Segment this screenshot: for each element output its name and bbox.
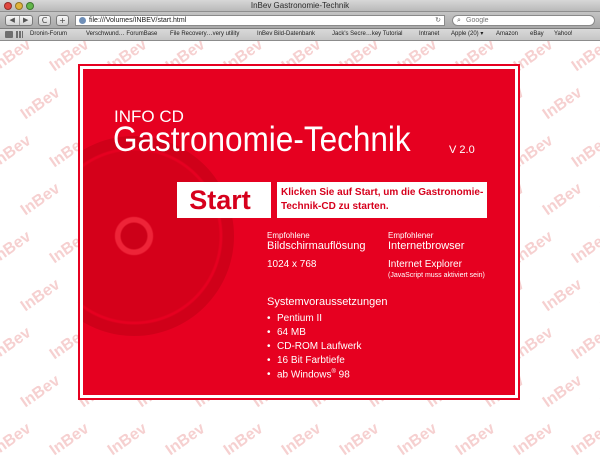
watermark-logo: InBev	[568, 132, 600, 172]
requirement-item: • 16 Bit Farbtiefe	[267, 355, 345, 366]
requirement-item: • 64 MB	[267, 327, 306, 338]
watermark-logo: InBev	[220, 420, 267, 456]
browser-label: Internetbrowser	[388, 240, 465, 252]
watermark-logo: InBev	[539, 180, 586, 220]
watermark-logo: InBev	[162, 420, 209, 456]
browser-note: (JavaScript muss aktiviert sein)	[388, 272, 485, 279]
top-sites-grid-icon[interactable]	[16, 31, 23, 38]
watermark-logo: InBev	[0, 420, 35, 456]
cd-disc-graphic	[83, 136, 234, 336]
browser-window: InBev Gastronomie-Technik ◀ ▶ C + file:/…	[0, 0, 600, 456]
search-icon: ⌕	[457, 16, 461, 24]
watermark-logo: InBev	[0, 41, 35, 76]
bookmark-ebay[interactable]: eBay	[530, 29, 544, 40]
bookmarks-book-icon[interactable]	[5, 31, 13, 38]
bookmark-inbev-bild-datenbank[interactable]: InBev Bild-Datenbank	[257, 29, 315, 40]
watermark-logo: InBev	[104, 420, 151, 456]
version-label: V 2.0	[449, 144, 475, 156]
requirement-item: • CD-ROM Laufwerk	[267, 341, 362, 352]
bookmarks-bar: Dronin-Forum Verschwund… ForumBase File …	[0, 29, 600, 41]
watermark-logo: InBev	[510, 420, 557, 456]
start-bar: Start Klicken Sie auf Start, um die Gast…	[177, 182, 487, 218]
watermark-logo: InBev	[17, 180, 64, 220]
address-bar[interactable]: file:///Volumes/INBEV/start.html ↻	[75, 15, 445, 26]
bookmark-dronin-forum[interactable]: Dronin-Forum	[30, 29, 67, 40]
watermark-logo: InBev	[568, 324, 600, 364]
back-button[interactable]: ◀	[6, 16, 19, 25]
watermark-logo: InBev	[539, 372, 586, 412]
bookmark-yahoo[interactable]: Yahoo!	[554, 29, 573, 40]
bookmark-file-recovery[interactable]: File Recovery…very utility	[170, 29, 239, 40]
bookmark-intranet[interactable]: Intranet	[419, 29, 439, 40]
page-content: InBev InBev InBev InBev InBev InBev InBev InBev…	[0, 41, 600, 456]
start-button[interactable]: Start	[177, 182, 263, 218]
reload-button[interactable]: C	[38, 15, 51, 26]
window-title: InBev Gastronomie-Technik	[250, 1, 350, 10]
address-text: file:///Volumes/INBEV/start.html	[89, 17, 187, 24]
add-bookmark-button[interactable]: +	[56, 15, 69, 26]
requirements-heading: Systemvoraussetzungen	[267, 296, 388, 308]
forward-button[interactable]: ▶	[18, 16, 33, 25]
watermark-logo: InBev	[568, 420, 600, 456]
watermark-logo: InBev	[568, 228, 600, 268]
watermark-logo: InBev	[394, 420, 441, 456]
watermark-logo: InBev	[336, 420, 383, 456]
watermark-logo: InBev	[452, 420, 499, 456]
refresh-icon[interactable]: ↻	[435, 16, 441, 25]
watermark-logo: InBev	[17, 84, 64, 124]
watermark-logo: InBev	[46, 420, 93, 456]
resolution-value: 1024 x 768	[267, 259, 317, 270]
requirement-item: • Pentium II	[267, 313, 323, 324]
watermark-logo: InBev	[0, 132, 35, 172]
browser-label-top: Empfohlener	[388, 231, 434, 240]
bookmark-apple-folder[interactable]: Apple (20) ▾	[451, 29, 483, 40]
watermark-logo: InBev	[278, 420, 325, 456]
search-input[interactable]	[466, 16, 586, 25]
watermark-logo: InBev	[0, 228, 35, 268]
title-bar[interactable]: InBev Gastronomie-Technik	[0, 0, 600, 12]
info-cd-panel: INFO CD Gastronomie-Technik V 2.0 Start …	[80, 66, 518, 398]
browser-toolbar: ◀ ▶ C + file:///Volumes/INBEV/start.html…	[0, 12, 600, 29]
start-divider	[271, 182, 277, 218]
resolution-label-top: Empfohlene	[267, 231, 310, 240]
bookmark-jacks-secret-tutorial[interactable]: Jack's Secre…key Tutorial	[332, 29, 403, 40]
watermark-logo: InBev	[17, 372, 64, 412]
watermark-logo: InBev	[17, 276, 64, 316]
start-hint: Klicken Sie auf Start, um die Gastronomi…	[281, 187, 484, 212]
page-title: Gastronomie-Technik	[113, 120, 411, 159]
watermark-logo: InBev	[0, 324, 35, 364]
browser-value: Internet Explorer	[388, 259, 462, 270]
watermark-logo: InBev	[539, 276, 586, 316]
file-icon	[79, 17, 86, 24]
bookmark-amazon[interactable]: Amazon	[496, 29, 518, 40]
watermark-logo: InBev	[568, 41, 600, 76]
requirement-item-windows: • ab Windows® 98	[267, 369, 350, 381]
history-nav: ◀ ▶	[5, 15, 33, 26]
resolution-label: Bildschirmauflösung	[267, 240, 366, 252]
search-field[interactable]: ⌕	[452, 15, 595, 26]
watermark-logo: InBev	[539, 84, 586, 124]
bookmark-verschwund-forumbase[interactable]: Verschwund… ForumBase	[86, 29, 157, 40]
